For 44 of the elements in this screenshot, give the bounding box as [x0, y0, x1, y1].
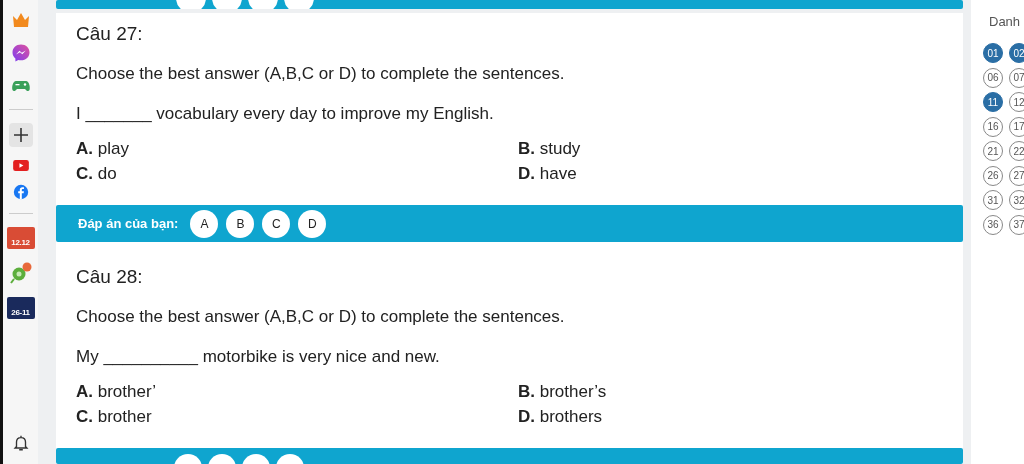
app-icon[interactable]: 12.12 [6, 227, 35, 249]
panel-title: Danh [989, 14, 1022, 29]
question-number[interactable]: 12 [1009, 92, 1024, 112]
chat-bubble-icon[interactable] [10, 43, 31, 63]
question-number[interactable]: 07 [1009, 67, 1024, 88]
question-number[interactable]: 11 [983, 92, 1003, 112]
question-number[interactable]: 01 [983, 43, 1003, 63]
answer-option: B. study [518, 138, 943, 160]
answer-choice[interactable]: B [226, 209, 255, 238]
question-title: Câu 27: [76, 23, 144, 45]
question-sentence: I _______ vocabulary every day to improve my English. [76, 103, 495, 125]
answer-option: B. brother’s [518, 381, 943, 403]
question-number[interactable]: 26 [983, 165, 1003, 186]
question-number[interactable]: 16 [983, 116, 1003, 137]
question-number[interactable]: 06 [983, 67, 1003, 88]
answer-choice[interactable]: D [298, 209, 327, 238]
pin-icon[interactable] [9, 262, 32, 284]
answer-option: C. do [76, 163, 518, 185]
question-number[interactable]: 17 [1009, 116, 1024, 137]
question-number[interactable]: 02 [1009, 43, 1024, 63]
f-logo-icon[interactable] [12, 184, 29, 200]
question-instruction: Choose the best answer (A,B,C or D) to complete the sentences. [76, 306, 566, 328]
play-icon[interactable] [12, 160, 29, 171]
question-number[interactable]: 37 [1009, 214, 1024, 235]
question-number[interactable]: 21 [983, 141, 1003, 161]
add-icon[interactable] [8, 123, 33, 147]
answer-label: Đáp án của bạn: [78, 216, 179, 231]
question-number[interactable]: 22 [1009, 141, 1024, 161]
question-instruction: Choose the best answer (A,B,C or D) to complete the sentences. [76, 63, 566, 85]
question-number[interactable]: 32 [1009, 190, 1024, 210]
question-sentence: My __________ motorbike is very nice and new. [76, 346, 441, 368]
question-title: Câu 28: [76, 266, 144, 288]
question-number[interactable]: 27 [1009, 165, 1024, 186]
answer-option: D. have [518, 163, 943, 185]
bell-icon[interactable] [11, 434, 30, 452]
answer-option: D. brothers [518, 406, 943, 428]
answer-choice[interactable]: C [262, 209, 291, 238]
question-number[interactable]: 31 [983, 190, 1003, 210]
app-icon[interactable]: 26-11 [6, 297, 35, 319]
answer-choice[interactable]: A [190, 209, 219, 238]
answer-option: A. brother’ [76, 381, 518, 403]
answer-option: A. play [76, 138, 518, 160]
answer-option: C. brother [76, 406, 518, 428]
question-number[interactable]: 36 [983, 214, 1003, 235]
